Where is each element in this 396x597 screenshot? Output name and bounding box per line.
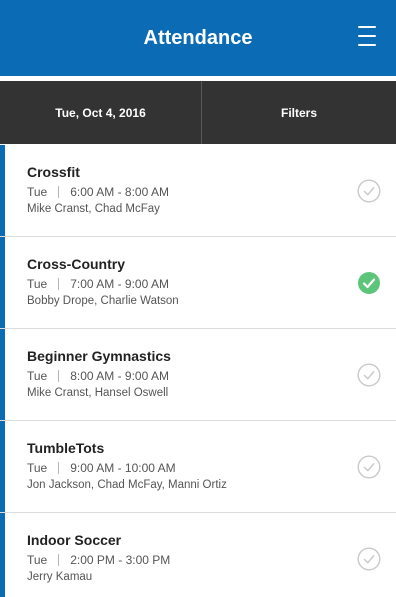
class-instructors: Mike Cranst, Hansel Oswell xyxy=(27,387,169,399)
schedule-separator xyxy=(58,370,60,382)
class-instructors: Bobby Drope, Charlie Watson xyxy=(27,295,179,307)
class-name: Indoor Soccer xyxy=(27,532,122,548)
class-time: 2:00 PM - 3:00 PM xyxy=(70,553,171,567)
schedule-separator xyxy=(58,186,60,198)
item-accent-bar xyxy=(0,329,5,420)
schedule-separator xyxy=(58,278,60,290)
list-item[interactable]: Beginner Gymnastics Tue 8:00 AM - 9:00 AM M… xyxy=(0,329,396,421)
class-instructors: Jon Jackson, Chad McFay, Manni Ortiz xyxy=(27,479,227,491)
class-day: Tue xyxy=(27,553,48,567)
unchecked-circle-icon[interactable] xyxy=(357,363,381,387)
class-name: Cross-Country xyxy=(27,256,126,272)
class-schedule: Tue 8:00 AM - 9:00 AM xyxy=(27,369,169,383)
class-schedule: Tue 2:00 PM - 3:00 PM xyxy=(27,553,170,567)
class-name: Beginner Gymnastics xyxy=(27,348,171,364)
class-time: 8:00 AM - 9:00 AM xyxy=(70,369,169,383)
class-day: Tue xyxy=(27,369,48,383)
attendance-screen: Attendance Tue, Oct 4, 2016 Filters Cros… xyxy=(0,0,396,597)
class-schedule: Tue 6:00 AM - 8:00 AM xyxy=(27,185,169,199)
class-instructors: Mike Cranst, Chad McFay xyxy=(27,203,160,215)
filters-button[interactable]: Filters xyxy=(202,81,396,144)
class-list: Crossfit Tue 6:00 AM - 8:00 AM Mike Cranst,… xyxy=(0,145,396,597)
list-item[interactable]: Crossfit Tue 6:00 AM - 8:00 AM Mike Cranst,… xyxy=(0,145,396,237)
schedule-separator xyxy=(58,462,60,474)
unchecked-circle-icon[interactable] xyxy=(357,455,381,479)
page-title: Attendance xyxy=(143,26,253,49)
item-accent-bar xyxy=(0,421,5,512)
class-name: Crossfit xyxy=(27,164,80,180)
unchecked-circle-icon[interactable] xyxy=(357,179,381,203)
class-day: Tue xyxy=(27,185,48,199)
class-name: TumbleTots xyxy=(27,440,105,456)
class-time: 6:00 AM - 8:00 AM xyxy=(70,185,169,199)
class-schedule: Tue 9:00 AM - 10:00 AM xyxy=(27,461,176,475)
schedule-separator xyxy=(58,554,60,566)
class-time: 7:00 AM - 9:00 AM xyxy=(70,277,169,291)
item-accent-bar xyxy=(0,145,5,236)
item-accent-bar xyxy=(0,237,5,328)
list-item[interactable]: Cross-Country Tue 7:00 AM - 9:00 AM Bobby D… xyxy=(0,237,396,329)
toolbar: Tue, Oct 4, 2016 Filters xyxy=(0,81,396,144)
unchecked-circle-icon[interactable] xyxy=(357,547,381,571)
class-day: Tue xyxy=(27,461,48,475)
checked-circle-icon[interactable] xyxy=(357,271,381,295)
class-day: Tue xyxy=(27,277,48,291)
class-instructors: Jerry Kamau xyxy=(27,571,93,583)
list-item[interactable]: TumbleTots Tue 9:00 AM - 10:00 AM Jon Jacks… xyxy=(0,421,396,513)
class-time: 9:00 AM - 10:00 AM xyxy=(70,461,176,475)
list-item[interactable]: Indoor Soccer Tue 2:00 PM - 3:00 PM Jerry K… xyxy=(0,513,396,597)
hamburger-menu-icon[interactable] xyxy=(358,26,378,46)
item-accent-bar xyxy=(0,513,5,597)
class-schedule: Tue 7:00 AM - 9:00 AM xyxy=(27,277,169,291)
app-header: Attendance xyxy=(0,0,396,76)
date-picker-button[interactable]: Tue, Oct 4, 2016 xyxy=(0,81,202,144)
